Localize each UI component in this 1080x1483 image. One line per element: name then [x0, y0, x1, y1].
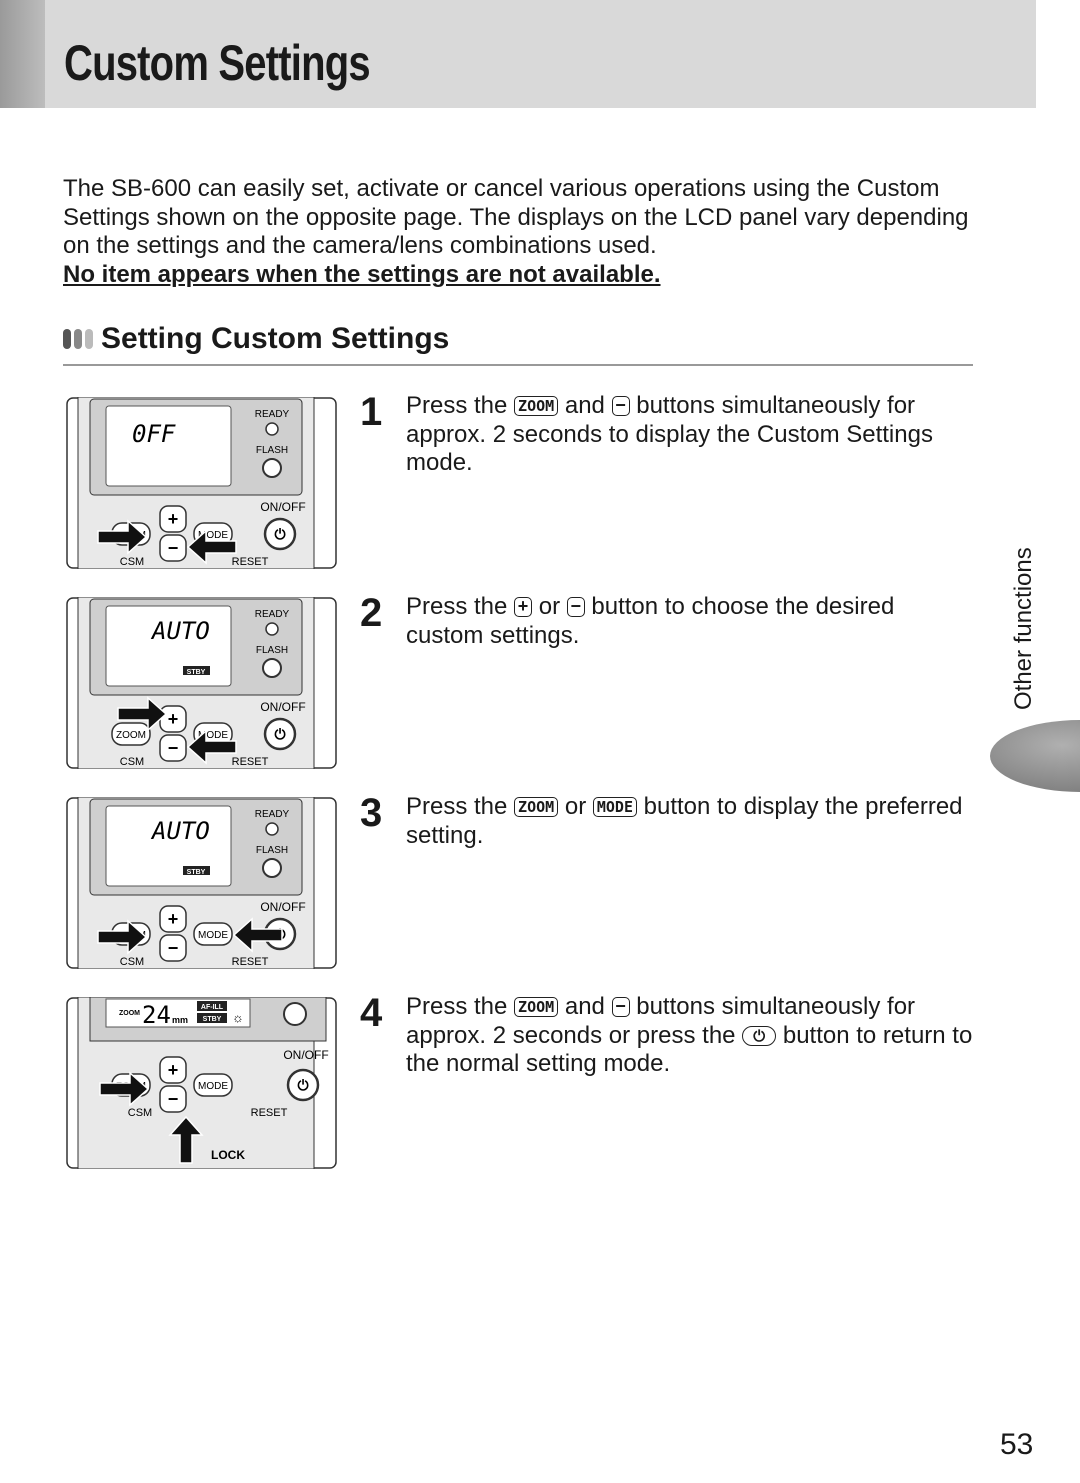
- flash-panel-illustration: AUTOSTBYREADYFLASHON/OFF⏻ZOOMMODE+−CSMRE…: [66, 597, 337, 769]
- section-heading: Setting Custom Settings: [63, 322, 449, 356]
- side-tab-marker: [990, 720, 1080, 792]
- flash-button-icon: [283, 1002, 307, 1026]
- reset-label: RESET: [232, 756, 269, 768]
- minus-button-icon: −: [566, 597, 585, 617]
- header-stripe: [0, 0, 45, 108]
- ready-lamp-icon: [265, 822, 279, 836]
- mode-button-icon: MODE: [592, 797, 637, 817]
- page-number: 53: [1000, 1428, 1034, 1461]
- ready-label: READY: [255, 609, 290, 620]
- power-button-icon: ⏻: [742, 1025, 777, 1046]
- side-tab-label: Other functions: [1010, 547, 1037, 710]
- ready-label: READY: [255, 409, 290, 420]
- minus-icon: −: [168, 538, 179, 558]
- minus-icon: −: [168, 938, 179, 958]
- csm-label: CSM: [120, 756, 144, 768]
- flash-label: FLASH: [256, 445, 288, 456]
- illuminator-icon: ☼: [232, 1010, 244, 1025]
- zoom-button-icon: ZOOM: [514, 997, 559, 1017]
- flash-panel-illustration: 0FFREADYFLASHON/OFF⏻ZOOMMODE+−CSMRESET: [66, 397, 337, 569]
- lcd-value: AUTO: [150, 617, 210, 645]
- step-number: 1: [360, 390, 383, 434]
- reset-label: RESET: [251, 1107, 288, 1119]
- on-off-label: ON/OFF: [283, 1048, 328, 1062]
- reset-label: RESET: [232, 556, 269, 568]
- lcd-value: 24: [142, 1001, 171, 1029]
- mode-button-label: MODE: [198, 930, 228, 941]
- step-number: 4: [360, 991, 383, 1035]
- flash-button-icon: [262, 458, 282, 478]
- section-bars-icon: [63, 329, 93, 349]
- flash-panel-illustration: ZOOM24mmAF-ILLSTBY☼LOCKON/OFF⏻ZOOMMODE+−…: [66, 997, 337, 1169]
- ready-lamp-icon: [265, 422, 279, 436]
- flash-label: FLASH: [256, 845, 288, 856]
- on-off-label: ON/OFF: [260, 700, 305, 714]
- zoom-button-icon: ZOOM: [514, 396, 559, 416]
- lcd-value: 0FF: [132, 420, 176, 448]
- on-off-label: ON/OFF: [260, 500, 305, 514]
- ready-label: READY: [255, 809, 290, 820]
- plus-icon: +: [168, 509, 179, 529]
- flash-button-icon: [262, 858, 282, 878]
- minus-icon: −: [168, 738, 179, 758]
- flash-panel-illustration: AUTOSTBYREADYFLASHON/OFF⏻ZOOMMODE+−CSMRE…: [66, 797, 337, 969]
- section-rule: [63, 364, 973, 366]
- step-number: 3: [360, 791, 383, 835]
- reset-label: RESET: [232, 956, 269, 968]
- on-off-label: ON/OFF: [260, 900, 305, 914]
- csm-label: CSM: [120, 956, 144, 968]
- intro-paragraph: The SB-600 can easily set, activate or c…: [63, 175, 983, 290]
- af-ill-label: AF-ILL: [201, 1004, 224, 1011]
- lcd-zoom-label: ZOOM: [119, 1010, 140, 1017]
- zoom-button-label: ZOOM: [116, 730, 146, 741]
- plus-icon: +: [168, 1060, 179, 1080]
- csm-label: CSM: [128, 1107, 152, 1119]
- step-text: Press the ZOOM and − buttons simultaneou…: [406, 993, 973, 1078]
- power-icon: ⏻: [274, 726, 285, 742]
- ready-lamp-icon: [265, 622, 279, 636]
- flash-button-icon: [262, 658, 282, 678]
- zoom-button-icon: ZOOM: [514, 797, 559, 817]
- minus-button-icon: −: [611, 396, 630, 416]
- csm-label: CSM: [120, 556, 144, 568]
- step-text: Press the ZOOM and − buttons simultaneou…: [406, 392, 933, 477]
- step-text: Press the ZOOM or MODE button to display…: [406, 793, 963, 849]
- minus-button-icon: −: [611, 997, 630, 1017]
- stby-badge-label: STBY: [187, 669, 206, 676]
- manual-page: Custom Settings The SB-600 can easily se…: [0, 0, 1080, 1483]
- power-icon: ⏻: [297, 1077, 308, 1093]
- mode-button-label: MODE: [198, 1081, 228, 1092]
- stby-badge-label: STBY: [203, 1016, 222, 1023]
- lcd-value: AUTO: [150, 817, 210, 845]
- plus-icon: +: [168, 709, 179, 729]
- lock-label: LOCK: [211, 1148, 245, 1162]
- flash-label: FLASH: [256, 645, 288, 656]
- intro-text: The SB-600 can easily set, activate or c…: [63, 175, 969, 260]
- step-number: 2: [360, 591, 383, 635]
- page-title: Custom Settings: [64, 35, 371, 91]
- plus-button-icon: +: [514, 597, 533, 617]
- section-title: Setting Custom Settings: [101, 322, 450, 355]
- step-text: Press the + or − button to choose the de…: [406, 593, 895, 649]
- lcd-unit: mm: [172, 1015, 188, 1025]
- minus-icon: −: [168, 1089, 179, 1109]
- stby-badge-label: STBY: [187, 869, 206, 876]
- intro-note: No item appears when the settings are no…: [63, 261, 661, 289]
- power-icon: ⏻: [274, 526, 285, 542]
- plus-icon: +: [168, 909, 179, 929]
